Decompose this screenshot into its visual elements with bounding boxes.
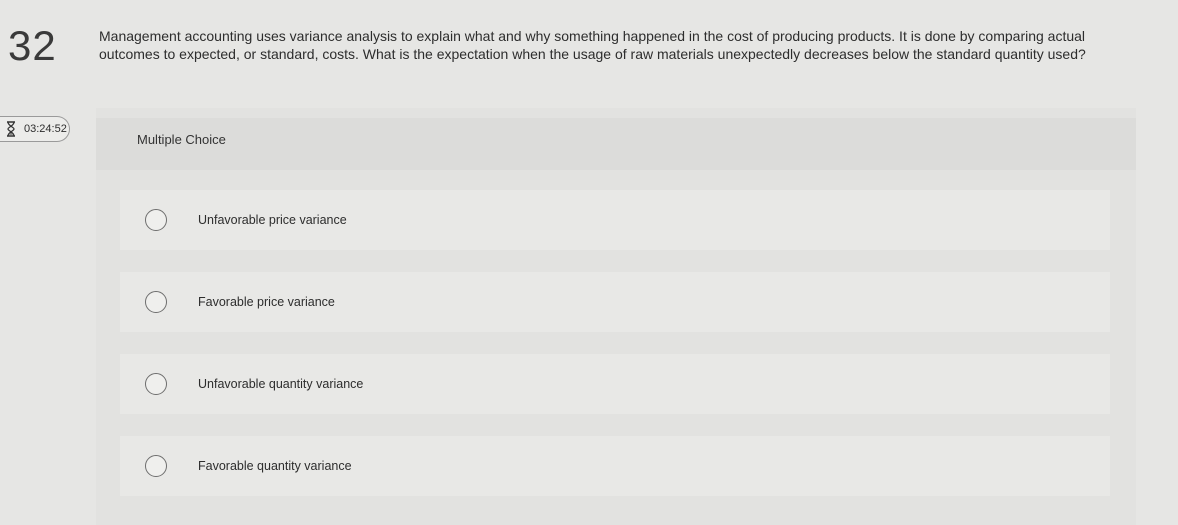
answer-option-label: Unfavorable price variance bbox=[198, 213, 347, 227]
answer-option-2[interactable]: Favorable price variance bbox=[120, 272, 1110, 332]
answer-option-1[interactable]: Unfavorable price variance bbox=[120, 190, 1110, 250]
radio-button[interactable] bbox=[145, 455, 167, 477]
question-text: Management accounting uses variance anal… bbox=[99, 28, 1086, 62]
answer-option-label: Favorable price variance bbox=[198, 295, 335, 309]
hourglass-icon bbox=[4, 121, 18, 137]
question-number: 32 bbox=[8, 22, 57, 69]
timer-badge[interactable]: 03:24:52 bbox=[0, 116, 70, 142]
multiple-choice-label: Multiple Choice bbox=[137, 132, 226, 147]
radio-button[interactable] bbox=[145, 209, 167, 231]
radio-button[interactable] bbox=[145, 291, 167, 313]
answer-option-label: Unfavorable quantity variance bbox=[198, 377, 364, 391]
answer-option-label: Favorable quantity variance bbox=[198, 459, 352, 473]
answer-option-3[interactable]: Unfavorable quantity variance bbox=[120, 354, 1110, 414]
radio-button[interactable] bbox=[145, 373, 167, 395]
answer-panel: Multiple Choice Unfavorable price varian… bbox=[96, 108, 1136, 525]
answer-option-4[interactable]: Favorable quantity variance bbox=[120, 436, 1110, 496]
panel-header: Multiple Choice bbox=[96, 118, 1136, 170]
timer-value: 03:24:52 bbox=[24, 123, 67, 135]
